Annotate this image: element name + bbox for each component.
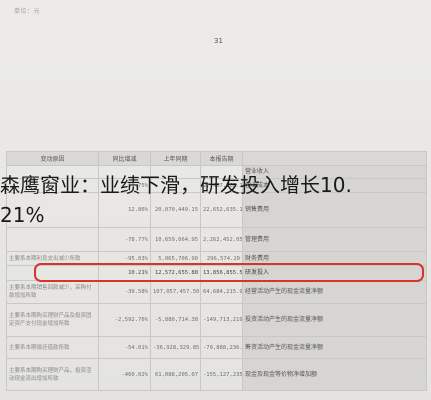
table-row: 主要系本期购买理财产品及投资固定资产支付现金增加所致 -2,592.76% -5…	[6, 303, 427, 337]
column-header: 本报告期	[200, 151, 243, 166]
column-header: 同比增减	[98, 151, 151, 166]
current-value: 64,684,215.90	[200, 280, 243, 304]
highlight-annotation	[34, 263, 424, 282]
row-label: 经营活动产生的现金流量净额	[242, 280, 427, 304]
headline-line2: 21%	[0, 203, 45, 227]
column-header	[242, 151, 427, 166]
change-percent: -2,592.76%	[98, 303, 151, 337]
change-percent: -54.01%	[98, 336, 151, 359]
unit-label: 单位：元	[14, 8, 41, 15]
column-header: 上年同期	[150, 151, 201, 166]
previous-value: 10,659,064.95	[150, 227, 201, 252]
page-number: 31	[214, 37, 223, 45]
change-reason: 主要系本期购买理财产品及投资固定资产支付现金增加所致	[6, 303, 99, 337]
change-reason: 主要系本期偿还借款所致	[6, 336, 99, 359]
table-row: -78.77% 10,659,064.95 2,262,452.05 管理费用	[6, 227, 427, 252]
previous-value: -5,880,714.38	[150, 303, 201, 337]
current-value: 2,262,452.05	[200, 227, 243, 252]
change-reason	[6, 227, 99, 252]
change-reason: 主要系本期购买理财产品，投资活动现金流出增加所致	[6, 358, 99, 391]
previous-value: 107,057,457.50	[150, 280, 201, 304]
document-page: 单位：元 31 变动原因 同比增减 上年同期 本报告期 营业收入 11.75% …	[0, 0, 431, 400]
row-label: 投资活动产生的现金流量净额	[242, 303, 427, 337]
current-value: -155,127,235.50	[200, 358, 243, 391]
headline-overlay: 森鹰窗业：业绩下滑，研发投入增长10. 21%	[0, 170, 431, 230]
table-header-row: 变动原因 同比增减 上年同期 本报告期	[6, 151, 427, 166]
table-row: 主要系本期购买理财产品，投资活动现金流出增加所致 -460.02% 61,088…	[6, 358, 427, 391]
change-percent: -78.77%	[98, 227, 151, 252]
change-percent: -460.02%	[98, 358, 151, 391]
previous-value: -36,928,329.85	[150, 336, 201, 359]
previous-value: 61,088,205.07	[150, 358, 201, 391]
current-value: -149,713,219.59	[200, 303, 243, 337]
change-percent: -39.58%	[98, 280, 151, 304]
column-header: 变动原因	[6, 151, 99, 166]
headline-line1: 森鹰窗业：业绩下滑，研发投入增长10.	[0, 173, 352, 197]
change-reason: 主要系本期销售回款减少，采购付款增加所致	[6, 280, 99, 304]
row-label: 现金及现金等价物净增加额	[242, 358, 427, 391]
row-label: 管理费用	[242, 227, 427, 252]
table-row: 主要系本期偿还借款所致 -54.01% -36,928,329.85 -79,8…	[6, 336, 427, 359]
table-row: 主要系本期销售回款减少，采购付款增加所致 -39.58% 107,057,457…	[6, 280, 427, 304]
current-value: -79,888,236.10	[200, 336, 243, 359]
row-label: 筹资活动产生的现金流量净额	[242, 336, 427, 359]
